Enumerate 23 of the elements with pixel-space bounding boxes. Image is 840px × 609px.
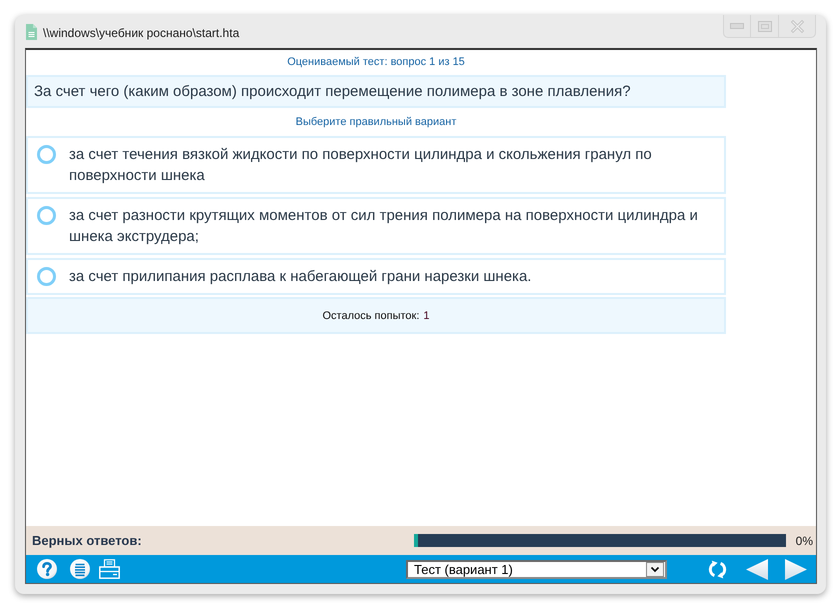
printer-icon[interactable] — [99, 559, 120, 579]
instruction-text: Выберите правильный вариант — [296, 116, 456, 128]
test-progress-text: Оцениваемый тест: вопрос 1 из 15 — [287, 56, 465, 69]
next-icon[interactable] — [785, 558, 807, 580]
previous-icon[interactable] — [746, 558, 768, 580]
answer-option[interactable]: за счет прилипания расплава к набегающей грани нарезки шнека. — [26, 258, 726, 295]
variant-dropdown[interactable]: Тест (вариант 1) — [406, 560, 667, 578]
refresh-icon[interactable] — [707, 560, 728, 578]
attempts-label: Осталось попыток: — [322, 310, 420, 322]
maximize-icon — [758, 20, 772, 32]
list-icon[interactable] — [70, 559, 90, 579]
help-icon[interactable] — [37, 559, 57, 579]
answer-option[interactable]: за счет разности крутящих моментов от сил трения полимера на поверхности цилиндра и шнека экструдера; — [26, 197, 726, 255]
caret-icon — [646, 562, 664, 576]
attempts-count: 1 — [423, 310, 430, 322]
answer-option[interactable]: за счет течения вязкой жидкости по поверхности цилиндра и скольжения гранул по поверхности шнека — [26, 136, 726, 194]
close-icon — [790, 20, 804, 32]
window-title: \\windows\учебник роснано\start.hta — [43, 26, 240, 40]
score-label: Верных ответов: — [32, 533, 142, 548]
minimize-icon — [730, 23, 744, 29]
score-percent: 0% — [796, 534, 813, 548]
document-icon — [26, 24, 37, 40]
question-text: За счет чего (каким образом) происходит перемещение полимера в зоне плавления? — [34, 83, 631, 100]
